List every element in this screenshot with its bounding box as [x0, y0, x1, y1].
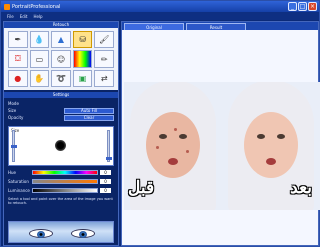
after-label: بعد [290, 178, 312, 198]
face-icon[interactable]: ☺ [51, 50, 71, 68]
app-window: PortraitProfessional _ □ × File Edit Hel… [0, 0, 320, 247]
after-photo: بعد [222, 82, 320, 210]
clear-button[interactable]: Clear [64, 114, 114, 121]
luminance-slider[interactable] [32, 187, 98, 193]
pencil-icon[interactable]: ✏ [94, 50, 114, 68]
saturation-slider[interactable] [32, 178, 98, 184]
hue-value[interactable]: 0 [100, 169, 111, 175]
close-button[interactable]: × [308, 2, 317, 11]
tools-panel: Retouch ✒ 💧 ▲ ⛁ 🖌 ⛋ ▭ ☺ ✏ ● ✋ ➰ ▣ ⇄ Sett… [3, 21, 119, 246]
before-label: قبل [128, 178, 155, 198]
bucket-icon[interactable]: ⛋ [8, 50, 28, 68]
app-icon [4, 3, 10, 10]
auto-fill-button[interactable]: Auto Fill [64, 107, 114, 114]
swap-icon[interactable]: ⇄ [94, 70, 114, 87]
lasso-icon[interactable]: ➰ [51, 70, 71, 87]
opacity-label: Opacity [8, 115, 24, 120]
luminance-value[interactable]: 0 [100, 187, 111, 193]
maximize-button[interactable]: □ [298, 2, 307, 11]
luminance-label: Luminance [8, 187, 30, 193]
pen-icon[interactable]: ✒ [8, 31, 28, 48]
tab-result[interactable]: Result [186, 23, 246, 30]
eye-right [71, 229, 95, 238]
clear-icon[interactable]: ▣ [72, 70, 93, 87]
palette-icon[interactable] [72, 50, 93, 68]
drop-icon[interactable]: 💧 [29, 31, 50, 48]
tool-grid: ✒ 💧 ▲ ⛁ 🖌 ⛋ ▭ ☺ ✏ ● ✋ ➰ ▣ ⇄ [4, 28, 118, 90]
size-label: Size [8, 108, 17, 113]
window-controls: _ □ × [288, 2, 317, 11]
brush-preview: Size [8, 126, 114, 166]
hue-label: Hue [8, 169, 17, 175]
settings-panel: Mode Size Auto Fill Opacity Clear [4, 98, 118, 123]
cone-icon[interactable]: ▲ [51, 31, 71, 48]
eye-left [29, 229, 53, 238]
brush-size-slider[interactable] [11, 130, 17, 162]
droplet-icon[interactable]: ● [8, 70, 28, 87]
menu-file[interactable]: File [7, 14, 14, 19]
title-bar: PortraitProfessional _ □ × [1, 1, 319, 12]
brush-icon[interactable]: 🖌 [94, 31, 114, 48]
saturation-label: Saturation [8, 178, 29, 184]
eyes-preview-image [8, 221, 114, 243]
image-canvas[interactable]: قبل بعد [124, 82, 320, 210]
document-area: Original Result قبل بعد [121, 21, 320, 246]
hand-icon[interactable]: ✋ [29, 70, 50, 87]
eraser-icon[interactable]: ▭ [29, 50, 50, 68]
brush-hardness-slider[interactable] [106, 130, 112, 162]
slider-knob[interactable] [11, 145, 17, 148]
stamp-icon[interactable]: ⛁ [72, 31, 93, 48]
menu-help[interactable]: Help [33, 14, 42, 19]
window-title: PortraitProfessional [12, 3, 61, 10]
document-tabs: Original Result [122, 22, 318, 30]
saturation-value[interactable]: 0 [100, 178, 111, 184]
brush-dot [55, 140, 66, 151]
hue-slider[interactable] [32, 169, 98, 175]
minimize-button[interactable]: _ [288, 2, 297, 11]
menu-edit[interactable]: Edit [20, 14, 28, 19]
mode-label: Mode [8, 101, 19, 106]
slider-knob[interactable] [106, 157, 112, 160]
before-photo: قبل [124, 82, 222, 210]
hint-text: Select a tool and paint over the area of… [8, 197, 113, 205]
tab-original[interactable]: Original [124, 23, 184, 30]
menu-bar: File Edit Help [1, 12, 319, 20]
